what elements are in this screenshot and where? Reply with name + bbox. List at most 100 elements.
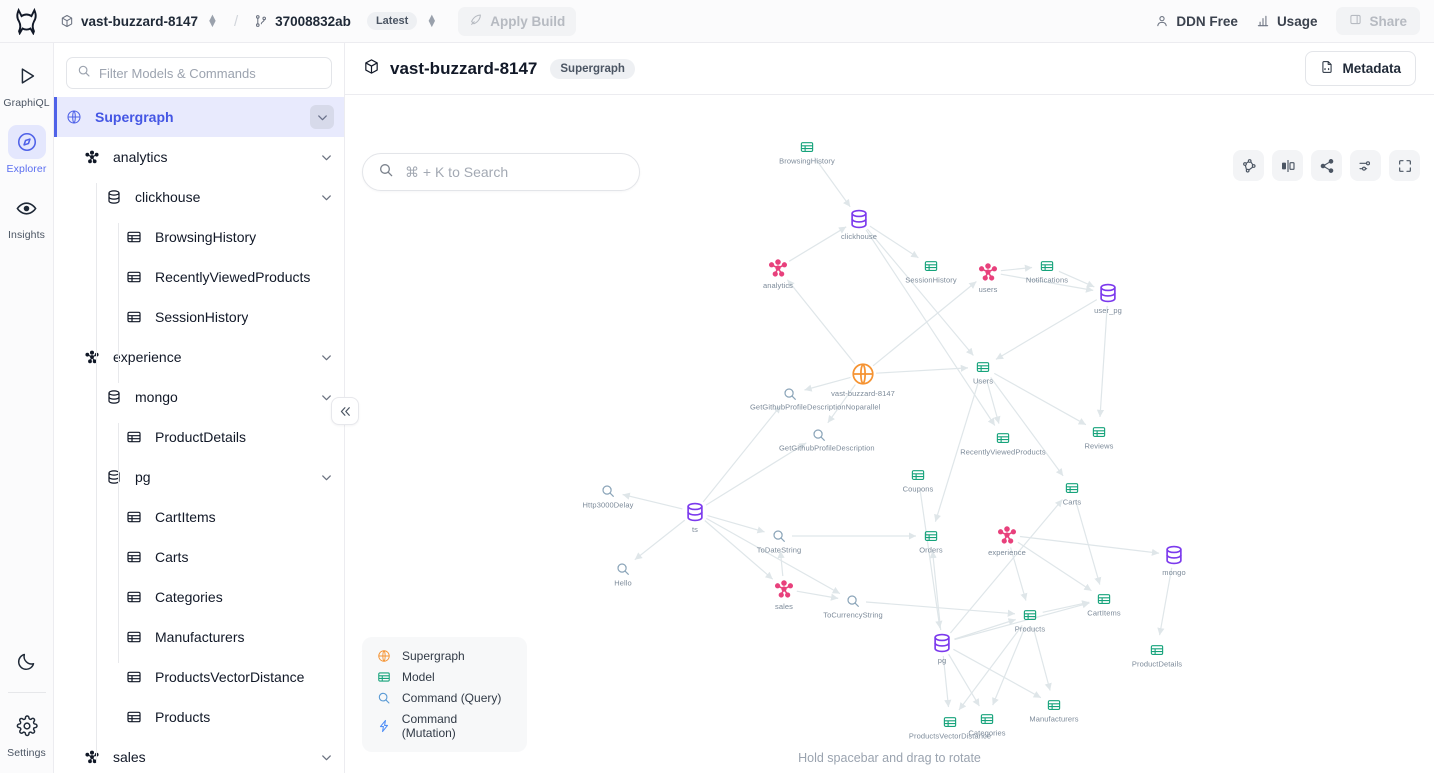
graph-node-productsvectordistance[interactable]: ProductsVectorDistance (909, 715, 991, 741)
chevron-down-icon[interactable] (319, 190, 334, 205)
graph-layout-button[interactable] (1233, 150, 1264, 181)
graph-node-notifications[interactable]: Notifications (1026, 259, 1068, 285)
tree-item-pg[interactable]: pg (54, 457, 344, 497)
graph-node-supergraph[interactable]: vast-buzzard-8147 (831, 361, 895, 398)
apply-build-label: Apply Build (490, 13, 566, 29)
rail-item-explorer[interactable]: Explorer (4, 125, 50, 175)
graph-node-sessionhistory[interactable]: SessionHistory (905, 259, 957, 285)
graph-node-browsinghistory[interactable]: BrowsingHistory (779, 140, 835, 166)
graph-node-label: GetGithubProfileDescriptionNoparallel (750, 402, 881, 412)
filter-input[interactable] (99, 65, 321, 81)
graph-node-productdetails[interactable]: ProductDetails (1132, 643, 1182, 669)
chevron-down-icon[interactable] (310, 105, 334, 129)
tree-item-carts[interactable]: Carts (54, 537, 344, 577)
build-stepper-icon[interactable]: ▲ ▼ (426, 12, 437, 29)
tree-item-sales[interactable]: sales (54, 737, 344, 773)
graph-node-categories[interactable]: Categories (968, 712, 1006, 738)
legend-label: Supergraph (402, 649, 465, 663)
graph-node-reviews[interactable]: Reviews (1084, 425, 1113, 451)
rail-item-graphiql[interactable]: GraphiQL (3, 59, 50, 109)
sliders-icon (1358, 160, 1370, 171)
tree-item-label: Supergraph (95, 109, 174, 125)
tree-item-label: ProductsVectorDistance (155, 669, 305, 685)
project-stepper-icon[interactable]: ▲ ▼ (207, 12, 218, 29)
rail-bottom: Settings (0, 628, 53, 773)
share-button[interactable]: Share (1336, 7, 1420, 35)
graph-node-users[interactable]: Users (973, 360, 993, 386)
graph-search-box[interactable] (362, 153, 640, 191)
tree-item-productsvectordistance[interactable]: ProductsVectorDistance (54, 657, 344, 697)
apply-build-button[interactable]: Apply Build (458, 6, 577, 36)
model-icon (1023, 608, 1038, 623)
graph-canvas[interactable]: BrowsingHistory clickhouse analytics Sessio… (345, 95, 1434, 773)
graph-node-label: ts (691, 525, 699, 534)
tree-item-categories[interactable]: Categories (54, 577, 344, 617)
graph-node-getgithubprofiledescription[interactable]: GetGithubProfileDescription (779, 428, 875, 452)
share-graph-button[interactable] (1311, 150, 1342, 181)
graph-node-coupons[interactable]: Coupons (903, 468, 933, 494)
project-selector[interactable]: vast-buzzard-8147 ▲ ▼ (53, 10, 225, 33)
usage-button[interactable]: Usage (1249, 10, 1325, 33)
align-button[interactable] (1272, 150, 1303, 181)
rail-divider (7, 692, 46, 693)
tree-item-cartitems[interactable]: CartItems (54, 497, 344, 537)
graph-node-getgithubprofiledescriptionnoparallel[interactable]: GetGithubProfileDescriptionNoparallel (750, 387, 880, 411)
graph-node-products[interactable]: Products (1015, 608, 1045, 634)
graph-node-experience[interactable]: experience (988, 524, 1026, 557)
chevron-down-icon[interactable] (319, 150, 334, 165)
graph-node-recentlyviewedproducts[interactable]: RecentlyViewedProducts (960, 431, 1046, 457)
graph-node-analytics[interactable]: analytics (763, 257, 793, 290)
model-icon (124, 589, 144, 605)
graph-node-user_pg[interactable]: user_pg (1094, 282, 1122, 315)
chevron-down-icon[interactable] (319, 350, 334, 365)
graph-node-mongo[interactable]: mongo (1162, 544, 1186, 577)
top-bar: vast-buzzard-8147 ▲ ▼ / 37008832ab Latest… (0, 0, 1434, 43)
graph-search-input[interactable] (405, 164, 624, 180)
share-nodes-icon (1320, 158, 1333, 173)
settings-button[interactable] (1350, 150, 1381, 181)
tree-item-manufacturers[interactable]: Manufacturers (54, 617, 344, 657)
graph-node-todatestring[interactable]: ToDateString (757, 529, 801, 555)
tree-item-recentlyviewedproducts[interactable]: RecentlyViewedProducts (54, 257, 344, 297)
tree-item-browsinghistory[interactable]: BrowsingHistory (54, 217, 344, 257)
tree-item-products[interactable]: Products (54, 697, 344, 737)
build-selector[interactable]: 37008832ab Latest ▲ ▼ (247, 8, 444, 34)
graph-node-orders[interactable]: Orders (919, 529, 943, 555)
graph-node-sales[interactable]: sales (773, 578, 795, 611)
tree-item-clickhouse[interactable]: clickhouse (54, 177, 344, 217)
graph-node-label: mongo (1162, 568, 1186, 577)
chevron-down-icon[interactable] (319, 470, 334, 485)
legend-label: Model (402, 670, 435, 684)
search-icon (77, 64, 91, 83)
tree-item-supergraph[interactable]: Supergraph (54, 97, 344, 137)
graph-node-http3000delay[interactable]: Http3000Delay (583, 484, 633, 510)
graph-node-tocurrencystring[interactable]: ToCurrencyString (823, 594, 883, 620)
rail-item-settings[interactable]: Settings (4, 709, 50, 759)
graph-node-clickhouse[interactable]: clickhouse (841, 208, 877, 241)
graph-node-manufacturers[interactable]: Manufacturers (1029, 698, 1079, 724)
tree-item-mongo[interactable]: mongo (54, 377, 344, 417)
graph-node-carts[interactable]: Carts (1063, 481, 1081, 507)
filter-box[interactable] (66, 57, 332, 89)
tree-item-analytics[interactable]: analytics (54, 137, 344, 177)
tree-item-label: mongo (135, 389, 178, 405)
hasura-logo-icon[interactable] (0, 0, 53, 42)
tree-item-productdetails[interactable]: ProductDetails (54, 417, 344, 457)
metadata-button[interactable]: Metadata (1305, 51, 1416, 86)
graph-node-ts[interactable]: ts (684, 501, 706, 534)
tree-item-experience[interactable]: experience (54, 337, 344, 377)
model-icon (1097, 592, 1112, 607)
fullscreen-button[interactable] (1389, 150, 1420, 181)
collapse-sidebar-button[interactable] (331, 397, 359, 425)
graph-node-users[interactable]: users (977, 261, 999, 294)
rail-item-theme-toggle[interactable] (4, 644, 50, 678)
graph-node-hello[interactable]: Hello (614, 562, 632, 588)
subgraph-icon (82, 149, 102, 165)
tree-item-sessionhistory[interactable]: SessionHistory (54, 297, 344, 337)
rail-item-insights[interactable]: Insights (4, 191, 50, 241)
graph-node-cartitems[interactable]: CartItems (1087, 592, 1121, 618)
plan-button[interactable]: DDN Free (1148, 10, 1245, 33)
graph-node-pg[interactable]: pg (931, 632, 953, 665)
chevron-down-icon[interactable] (319, 750, 334, 765)
bolt-icon (376, 719, 392, 733)
